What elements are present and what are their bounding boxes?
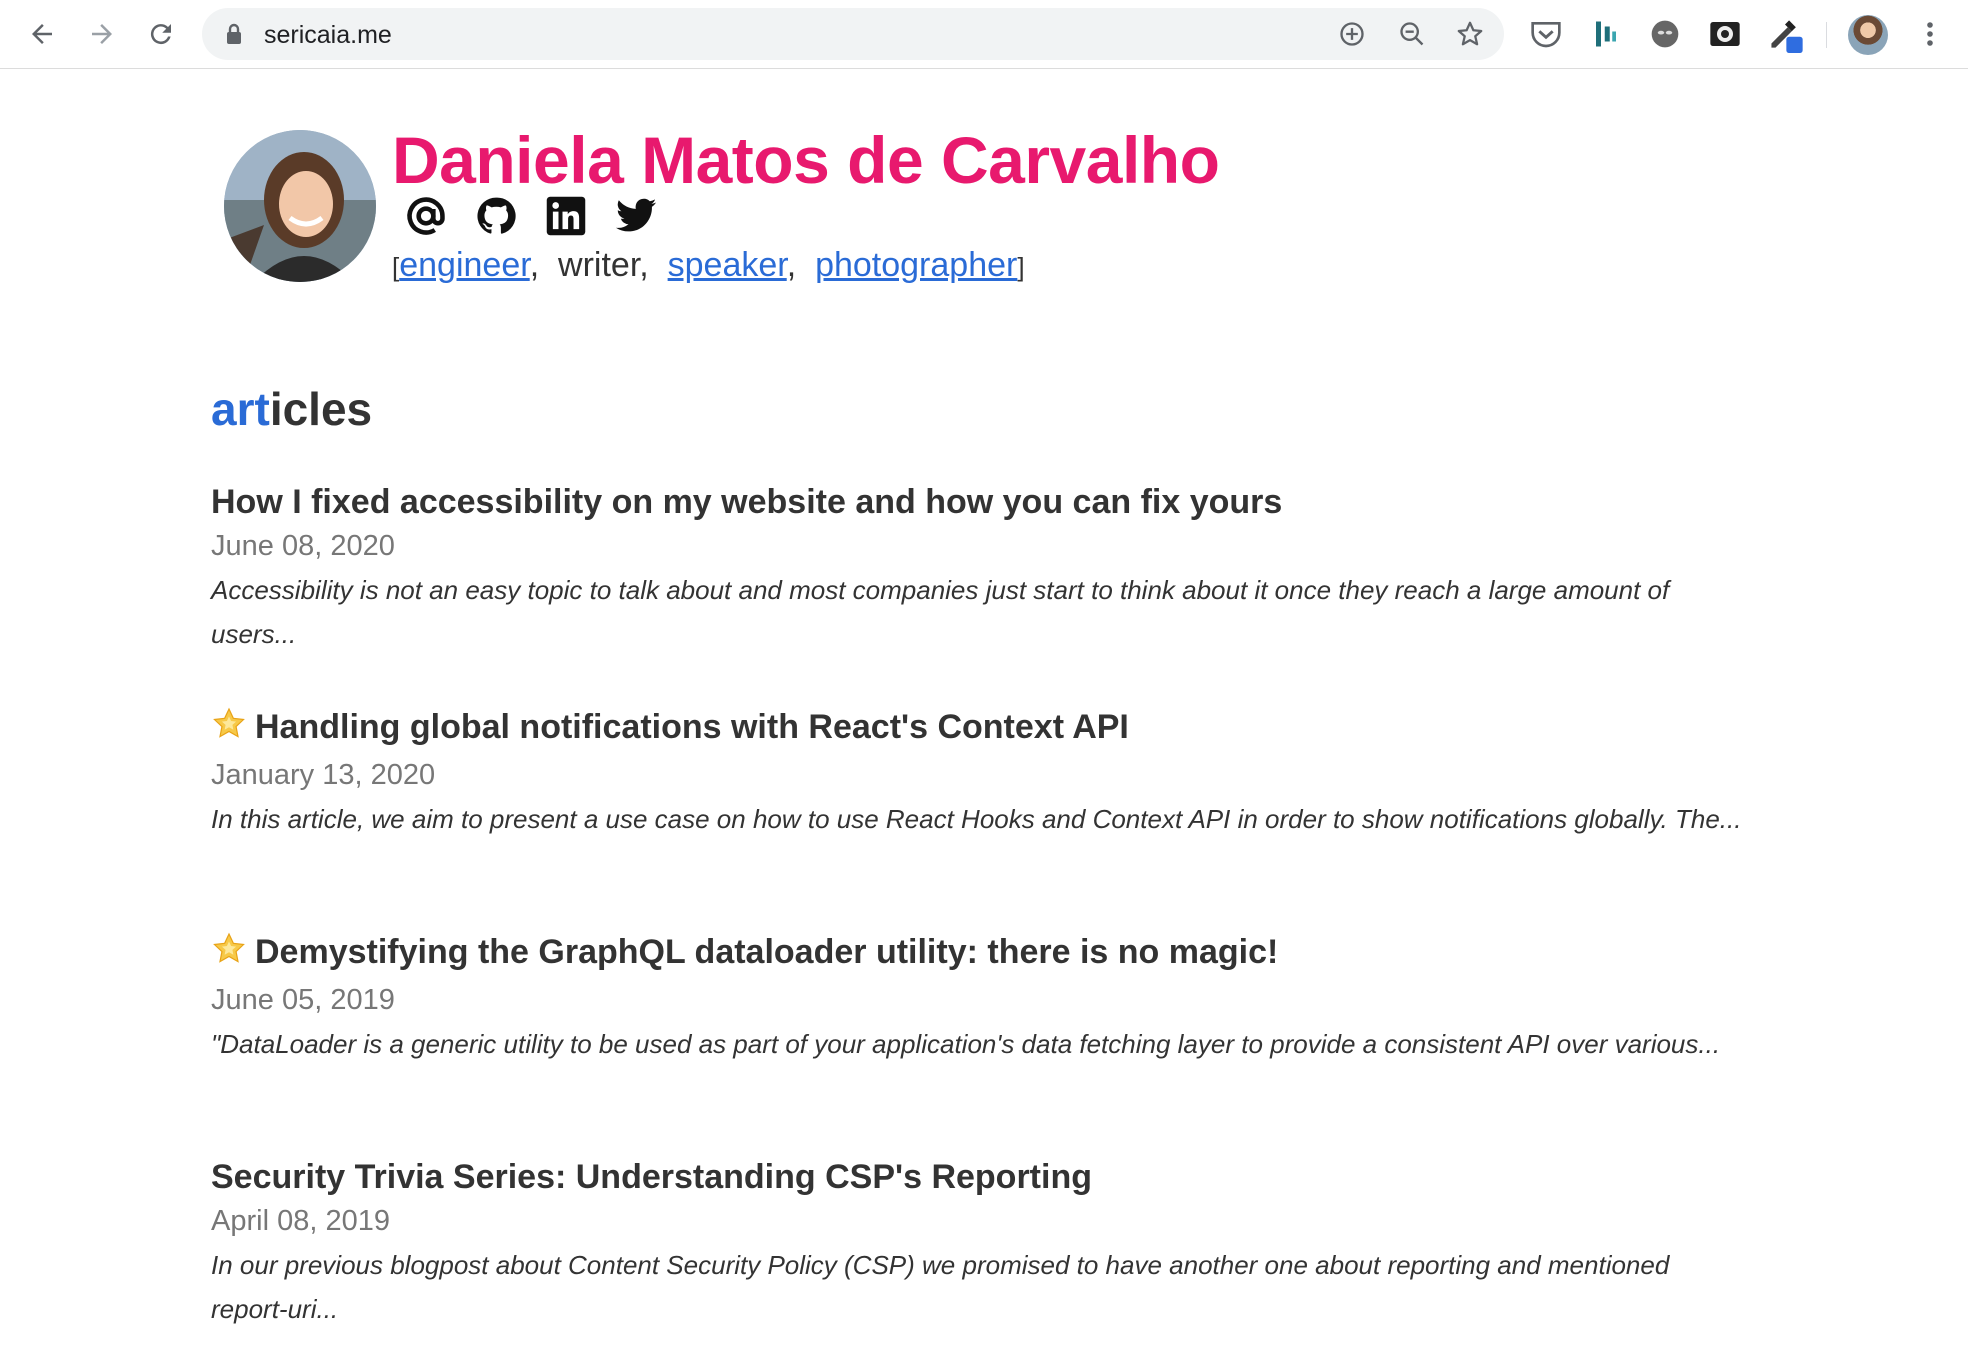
roles-list: [engineer, writer, speaker, photographer…	[392, 246, 1025, 285]
back-arrow-icon[interactable]	[20, 12, 64, 56]
toolbar-divider	[1826, 22, 1827, 48]
linkedin-icon[interactable]	[544, 194, 588, 238]
role-engineer-link[interactable]: engineer	[399, 246, 529, 284]
article-excerpt: Accessibility is not an easy topic to ta…	[211, 575, 1670, 649]
forward-arrow-icon[interactable]	[80, 12, 124, 56]
article-excerpt: In our previous blogpost about Content S…	[211, 1250, 1670, 1324]
twitter-icon[interactable]	[614, 194, 658, 238]
articles-heading-rest: icles	[269, 383, 373, 435]
eyedropper-icon[interactable]	[1765, 14, 1805, 54]
articles-heading: articles	[211, 382, 372, 436]
article-item: Handling global notifications with React…	[211, 705, 1751, 841]
role-separator: ,	[529, 246, 559, 284]
extension-eye-icon[interactable]	[1705, 14, 1745, 54]
reload-icon[interactable]	[139, 12, 183, 56]
articles-heading-accent: art	[211, 383, 270, 435]
add-circle-icon[interactable]	[1334, 16, 1370, 52]
article-date: June 05, 2019	[211, 984, 395, 1016]
lock-icon	[224, 23, 244, 50]
extension-bars-icon[interactable]	[1586, 14, 1626, 54]
article-date: January 13, 2020	[211, 759, 436, 791]
article-item: Security Trivia Series: Understanding CS…	[211, 1155, 1751, 1331]
avatar	[224, 130, 376, 282]
article-excerpt: In this article, we aim to present a use…	[211, 804, 1742, 834]
url-text: sericaia.me	[264, 21, 392, 49]
github-icon[interactable]	[474, 194, 518, 238]
bookmark-star-icon[interactable]	[1452, 16, 1488, 52]
role-photographer-link[interactable]: photographer	[815, 246, 1017, 284]
role-writer: writer	[558, 246, 640, 284]
article-date: June 08, 2020	[211, 530, 395, 562]
role-separator: ,	[786, 246, 816, 284]
article-title-link[interactable]: Demystifying the GraphQL dataloader util…	[211, 930, 1751, 978]
article-date: April 08, 2019	[211, 1205, 390, 1237]
profile-avatar[interactable]	[1848, 15, 1888, 55]
featured-star-icon	[211, 931, 247, 978]
pocket-icon[interactable]	[1526, 14, 1566, 54]
zoom-out-icon[interactable]	[1394, 16, 1430, 52]
article-title-link[interactable]: How I fixed accessibility on my website …	[211, 480, 1751, 524]
menu-kebab-icon[interactable]	[1908, 12, 1952, 56]
profile-name: Daniela Matos de Carvalho	[392, 123, 1220, 197]
featured-star-icon	[211, 706, 247, 753]
article-title-link[interactable]: Handling global notifications with React…	[211, 705, 1751, 753]
at-sign-icon[interactable]	[404, 194, 448, 238]
article-item: How I fixed accessibility on my website …	[211, 480, 1751, 656]
article-title-link[interactable]: Security Trivia Series: Understanding CS…	[211, 1155, 1751, 1199]
address-bar[interactable]: sericaia.me	[202, 8, 1504, 60]
role-separator: ,	[639, 246, 668, 284]
article-item: Demystifying the GraphQL dataloader util…	[211, 930, 1751, 1066]
article-excerpt: "DataLoader is a generic utility to be u…	[211, 1029, 1721, 1059]
roles-close-bracket: ]	[1017, 252, 1025, 282]
extension-cat-icon[interactable]	[1645, 14, 1685, 54]
browser-toolbar: sericaia.me	[0, 0, 1968, 69]
role-speaker-link[interactable]: speaker	[668, 246, 787, 284]
